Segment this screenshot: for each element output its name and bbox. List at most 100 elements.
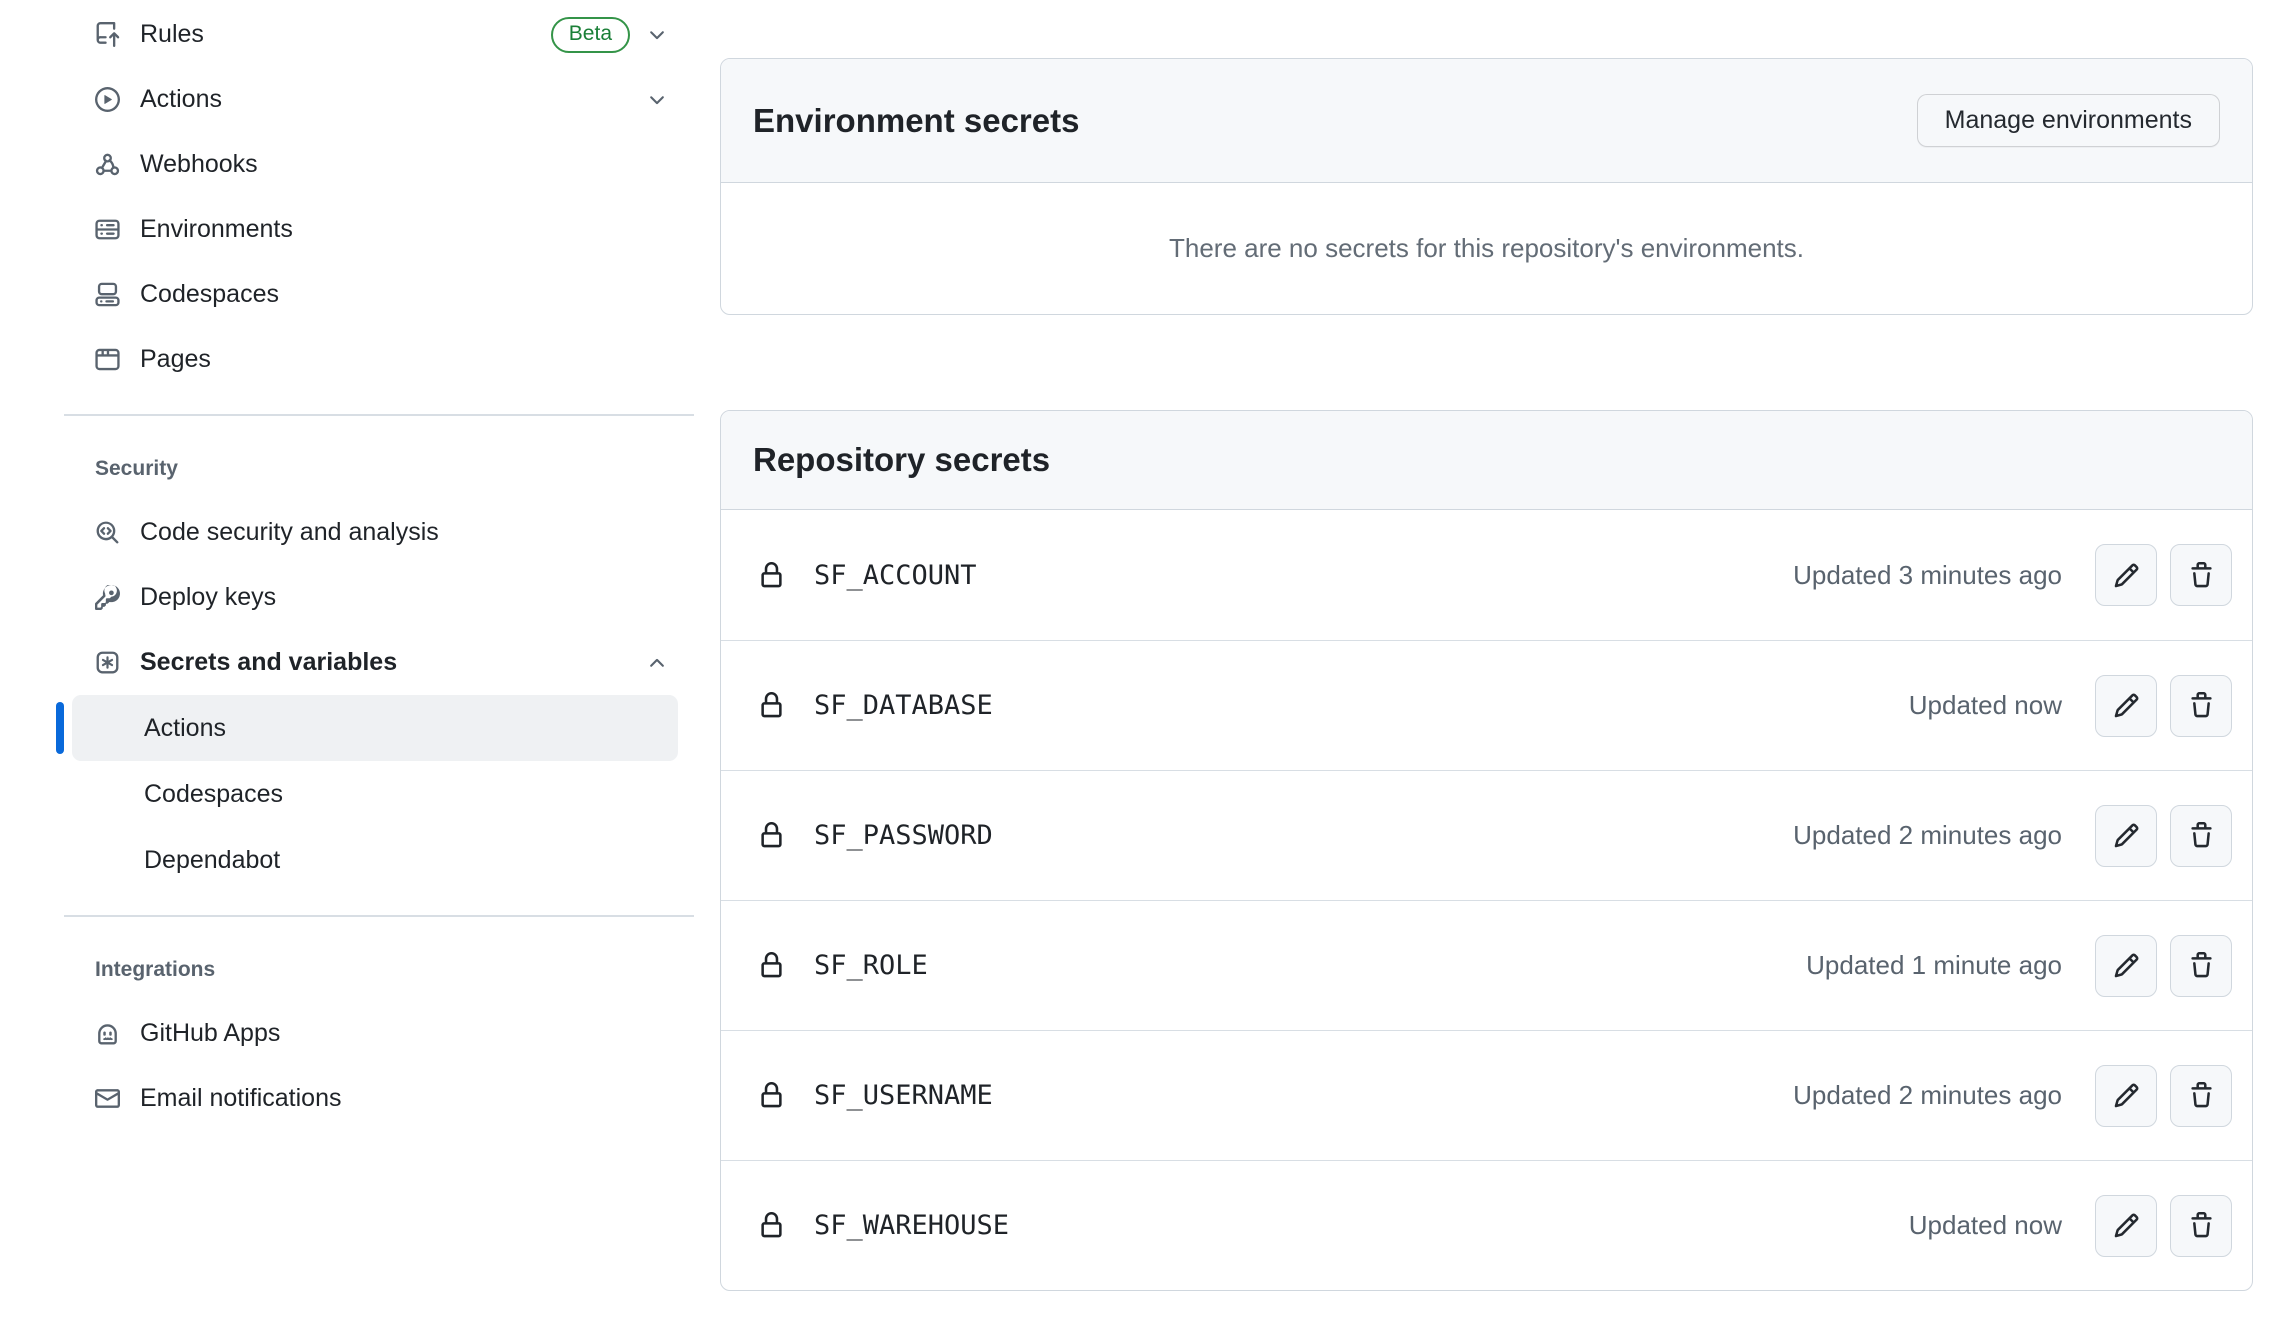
sidebar-subitem-actions[interactable]: Actions [72,695,678,761]
manage-environments-button[interactable]: Manage environments [1917,94,2220,147]
environment-secrets-empty-state: There are no secrets for this repository… [721,183,2252,314]
lock-icon [758,1082,785,1109]
environment-secrets-title: Environment secrets [753,102,1079,140]
beta-badge: Beta [551,17,630,53]
delete-secret-button[interactable] [2170,805,2232,867]
secret-row: SF_PASSWORD Updated 2 minutes ago [721,770,2252,900]
trash-icon [2188,1212,2215,1239]
sidebar-item-label: Code security and analysis [140,518,439,547]
updated-timestamp: Updated 2 minutes ago [1793,820,2062,851]
edit-secret-button[interactable] [2095,1065,2157,1127]
delete-secret-button[interactable] [2170,544,2232,606]
empty-state-message: There are no secrets for this repository… [1169,233,1804,264]
settings-sidebar: Rules Beta Actions Webhooks [62,2,694,1131]
edit-secret-button[interactable] [2095,935,2157,997]
updated-timestamp: Updated now [1909,690,2062,721]
updated-timestamp: Updated 1 minute ago [1806,950,2062,981]
sidebar-item-code-security[interactable]: Code security and analysis [62,500,694,565]
key-icon [95,585,120,610]
chevron-down-icon [646,89,668,111]
trash-icon [2188,952,2215,979]
sidebar-item-secrets-and-variables[interactable]: Secrets and variables [62,630,694,695]
sidebar-item-label: Rules [140,20,204,49]
webhook-icon [95,152,120,177]
mail-icon [95,1086,120,1111]
secret-row: SF_USERNAME Updated 2 minutes ago [721,1030,2252,1160]
sidebar-subitem-label: Codespaces [144,780,283,809]
sidebar-subitem-label: Actions [144,714,226,743]
sidebar-item-actions[interactable]: Actions [62,67,694,132]
secret-row: SF_ACCOUNT Updated 3 minutes ago [721,510,2252,640]
delete-secret-button[interactable] [2170,935,2232,997]
chevron-down-icon [646,24,668,46]
codespaces-icon [95,282,120,307]
asterisk-box-icon [95,650,120,675]
secret-row: SF_DATABASE Updated now [721,640,2252,770]
chevron-up-icon [646,652,668,674]
sidebar-item-label: Environments [140,215,293,244]
secret-name: SF_ACCOUNT [814,560,977,591]
pencil-icon [2113,692,2140,719]
sidebar-subitem-label: Dependabot [144,846,280,875]
sidebar-item-label: Secrets and variables [140,648,397,677]
updated-timestamp: Updated now [1909,1210,2062,1241]
lock-icon [758,562,785,589]
pencil-icon [2113,1082,2140,1109]
sidebar-divider [64,414,694,416]
lock-icon [758,822,785,849]
sidebar-item-codespaces[interactable]: Codespaces [62,262,694,327]
sidebar-item-environments[interactable]: Environments [62,197,694,262]
updated-timestamp: Updated 2 minutes ago [1793,1080,2062,1111]
repository-secrets-card: Repository secrets SF_ACCOUNT Updated 3 … [720,410,2253,1291]
delete-secret-button[interactable] [2170,675,2232,737]
sidebar-item-label: Pages [140,345,211,374]
environment-secrets-header: Environment secrets Manage environments [721,59,2252,183]
sidebar-item-label: Webhooks [140,150,258,179]
secret-name: SF_WAREHOUSE [814,1210,1009,1241]
sidebar-item-pages[interactable]: Pages [62,327,694,392]
edit-secret-button[interactable] [2095,1195,2157,1257]
sidebar-item-rules[interactable]: Rules Beta [62,2,694,67]
sidebar-item-label: Codespaces [140,280,279,309]
sidebar-item-deploy-keys[interactable]: Deploy keys [62,565,694,630]
trash-icon [2188,1082,2215,1109]
edit-secret-button[interactable] [2095,675,2157,737]
lock-icon [758,952,785,979]
delete-secret-button[interactable] [2170,1065,2232,1127]
codescan-icon [95,520,120,545]
secret-name: SF_ROLE [814,950,928,981]
delete-secret-button[interactable] [2170,1195,2232,1257]
sidebar-divider [64,915,694,917]
sidebar-section-integrations: Integrations [62,939,694,1001]
repo-push-icon [95,22,120,47]
sidebar-section-security: Security [62,438,694,500]
environment-secrets-card: Environment secrets Manage environments … [720,58,2253,315]
sidebar-item-webhooks[interactable]: Webhooks [62,132,694,197]
trash-icon [2188,822,2215,849]
updated-timestamp: Updated 3 minutes ago [1793,560,2062,591]
server-icon [95,217,120,242]
trash-icon [2188,562,2215,589]
repository-secrets-header: Repository secrets [721,411,2252,510]
lock-icon [758,1212,785,1239]
secret-name: SF_PASSWORD [814,820,993,851]
edit-secret-button[interactable] [2095,544,2157,606]
pencil-icon [2113,562,2140,589]
trash-icon [2188,692,2215,719]
pencil-icon [2113,952,2140,979]
settings-main-panel: Environment secrets Manage environments … [720,58,2253,1291]
sidebar-item-github-apps[interactable]: GitHub Apps [62,1001,694,1066]
pencil-icon [2113,1212,2140,1239]
sidebar-subitem-dependabot[interactable]: Dependabot [72,827,678,893]
edit-secret-button[interactable] [2095,805,2157,867]
repository-secrets-title: Repository secrets [753,441,1050,479]
secret-name: SF_DATABASE [814,690,993,721]
secret-name: SF_USERNAME [814,1080,993,1111]
hubot-icon [95,1021,120,1046]
browser-icon [95,347,120,372]
active-indicator [56,702,64,754]
secrets-list: SF_ACCOUNT Updated 3 minutes ago SF_DATA… [721,510,2252,1290]
sidebar-item-email-notifications[interactable]: Email notifications [62,1066,694,1131]
sidebar-subitem-codespaces[interactable]: Codespaces [72,761,678,827]
sidebar-item-label: GitHub Apps [140,1019,280,1048]
